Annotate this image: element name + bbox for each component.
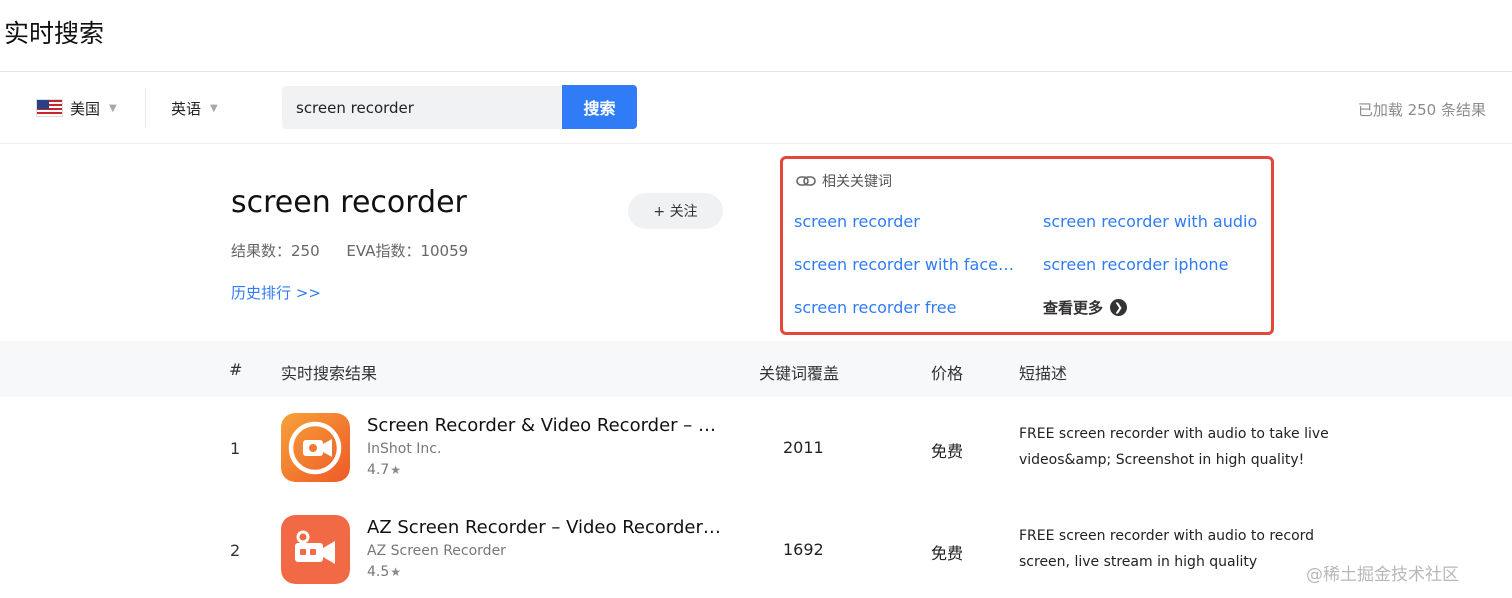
filter-bar: 美国 ▼ 英语 ▼ 搜索 已加载 250 条结果 [0,72,1512,144]
app-title[interactable]: Screen Recorder & Video Recorder – X… [367,415,721,436]
results-count: 结果数：250 [231,242,320,260]
column-header-results: 实时搜索结果 [281,364,378,383]
video-camera-record-icon[interactable] [281,413,350,482]
table-row[interactable]: 2 AZ Screen Recorder – Video Recorder, …… [0,502,1512,598]
link-icon [796,176,816,186]
filter-divider [0,143,1512,144]
watermark: @稀土掘金技术社区 [1306,565,1459,585]
related-keyword-link[interactable]: screen recorder [794,212,920,231]
rating-value: 4.5 [367,564,390,580]
star-icon: ★ [390,463,402,477]
rating-value: 4.7 [367,462,390,478]
related-keywords-title: 相关关键词 [822,174,892,190]
app-price: 免费 [931,544,964,563]
row-rank: 1 [230,439,241,458]
app-price: 免费 [931,442,964,461]
results-table-header: # 实时搜索结果 关键词覆盖 价格 短描述 [0,341,1512,397]
history-ranking-link[interactable]: 历史排行 >> [231,282,321,303]
related-keyword-link[interactable]: screen recorder iphone [1043,255,1228,274]
table-row[interactable]: 1 Screen Recorder & Video Recorder – X… … [0,400,1512,502]
page-title: 实时搜索 [4,19,105,48]
related-keywords-header: 相关关键词 [796,171,892,191]
eva-index: EVA指数：10059 [346,242,469,260]
app-rating: 4.7★ [367,462,401,478]
country-label: 美国 [70,99,101,118]
app-rating: 4.5★ [367,564,401,580]
app-developer: InShot Inc. [367,441,442,457]
row-rank: 2 [230,541,241,560]
keyword-title: screen recorder [231,185,467,220]
keyword-coverage: 1692 [783,540,824,559]
follow-button[interactable]: + 关注 [628,193,723,229]
keyword-stats: 结果数：250 EVA指数：10059 [231,240,490,261]
related-keyword-link[interactable]: screen recorder with audio [1043,212,1257,231]
column-header-price: 价格 [931,364,964,383]
view-more-link[interactable]: 查看更多 ❯ [1043,297,1128,318]
column-header-coverage: 关键词覆盖 [759,364,840,383]
star-icon: ★ [390,565,402,579]
caret-down-icon: ▼ [109,102,117,114]
filter-separator [145,88,146,128]
language-select[interactable]: 英语 ▼ [164,96,218,120]
app-title[interactable]: AZ Screen Recorder – Video Recorder, … [367,517,721,538]
view-more-label: 查看更多 [1043,299,1104,317]
us-flag-icon [36,99,63,117]
video-camera-icon[interactable] [281,515,350,584]
app-description: FREE screen recorder with audio to take … [1019,426,1329,468]
column-header-description: 短描述 [1019,364,1068,383]
related-keyword-link[interactable]: screen recorder free [794,298,956,317]
app-developer: AZ Screen Recorder [367,543,506,559]
keyword-coverage: 2011 [783,438,824,457]
search-button[interactable]: 搜索 [562,85,637,129]
related-keyword-link[interactable]: screen recorder with face… [794,255,1014,274]
language-label: 英语 [171,99,202,118]
loaded-status: 已加载 250 条结果 [1357,101,1486,119]
search-input[interactable] [282,86,562,129]
country-select[interactable]: 美国 ▼ [36,96,117,120]
related-keywords-panel: 相关关键词 screen recorder screen recorder wi… [780,156,1274,335]
caret-down-icon: ▼ [210,102,218,114]
chevron-right-icon: ❯ [1110,299,1128,316]
column-header-rank: # [229,360,243,379]
